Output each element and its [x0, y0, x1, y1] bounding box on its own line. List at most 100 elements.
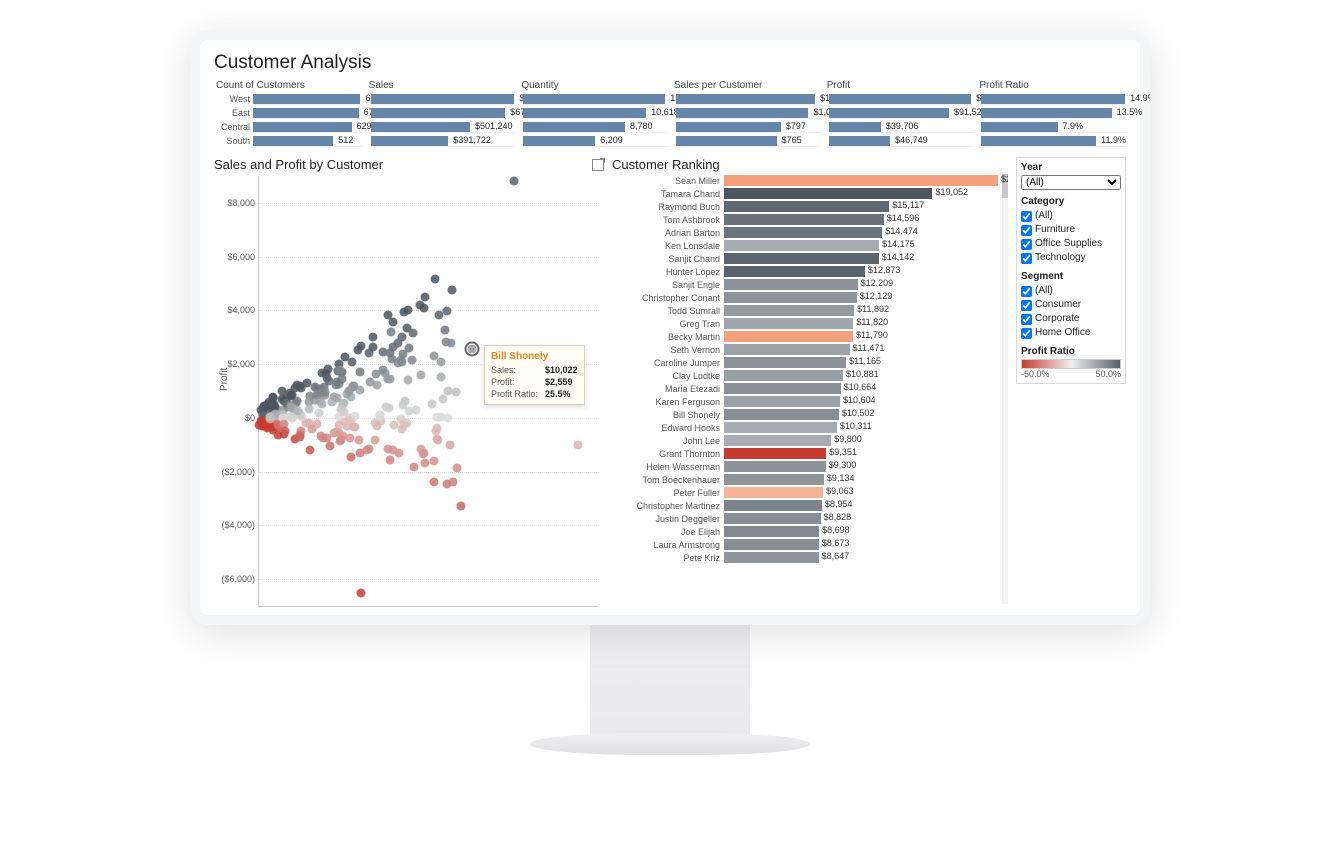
scatter-point[interactable] — [403, 306, 412, 315]
metric-row[interactable]: $501,240 — [367, 121, 516, 133]
metric-row[interactable]: West686 — [214, 93, 363, 105]
scatter-point[interactable] — [287, 412, 296, 421]
metric-row[interactable]: $108,418 — [825, 93, 974, 105]
scatter-point[interactable] — [331, 427, 340, 436]
scatter-point[interactable] — [265, 412, 274, 421]
ranking-row[interactable]: Clay Ludtke$10,881 — [612, 369, 1008, 382]
scatter-point[interactable] — [409, 462, 418, 471]
scatter-point[interactable] — [388, 318, 397, 327]
metric-row[interactable]: Central629 — [214, 121, 363, 133]
checkbox-input[interactable] — [1021, 239, 1032, 250]
checkbox-input[interactable] — [1021, 211, 1032, 222]
scatter-point[interactable] — [386, 327, 395, 336]
scatter-point[interactable] — [345, 433, 354, 442]
scatter-point[interactable] — [398, 333, 407, 342]
checkbox-input[interactable] — [1021, 300, 1032, 311]
scatter-point-highlighted[interactable] — [464, 342, 479, 357]
scatter-point[interactable] — [386, 456, 395, 465]
ranking-row[interactable]: Karen Ferguson$10,604 — [612, 395, 1008, 408]
ranking-row[interactable]: Hunter Lopez$12,873 — [612, 265, 1008, 278]
segment-checkbox[interactable]: (All) — [1021, 284, 1121, 298]
scatter-point[interactable] — [357, 588, 366, 597]
scatter-point[interactable] — [429, 352, 438, 361]
scatter-point[interactable] — [446, 339, 455, 348]
scatter-point[interactable] — [387, 354, 396, 363]
ranking-row[interactable]: Christopher Conant$12,129 — [612, 291, 1008, 304]
category-checkbox[interactable]: Technology — [1021, 251, 1121, 265]
ranking-row[interactable]: Adrian Barton$14,474 — [612, 226, 1008, 239]
category-checkbox[interactable]: Furniture — [1021, 223, 1121, 237]
scatter-point[interactable] — [383, 445, 392, 454]
scatter-point[interactable] — [347, 358, 356, 367]
scatter-point[interactable] — [430, 274, 439, 283]
scatter-point[interactable] — [419, 303, 428, 312]
scatter-point[interactable] — [384, 374, 393, 383]
metric-row[interactable]: 12,266 — [519, 93, 668, 105]
ranking-row[interactable]: Edward Hooks$10,311 — [612, 421, 1008, 434]
scatter-point[interactable] — [269, 401, 278, 410]
scatter-point[interactable] — [345, 386, 354, 395]
metric-row[interactable]: 11.9% — [977, 135, 1126, 147]
ranking-row[interactable]: Christopher Martinez$8,954 — [612, 499, 1008, 512]
scatter-point[interactable] — [385, 404, 394, 413]
metric-row[interactable]: $46,749 — [825, 135, 974, 147]
metric-row[interactable]: $1,007 — [672, 107, 821, 119]
scatter-point[interactable] — [453, 463, 462, 472]
ranking-row[interactable]: Greg Tran$11,820 — [612, 317, 1008, 330]
scatter-point[interactable] — [350, 411, 359, 420]
ranking-row[interactable]: Ken Lonsdale$14,175 — [612, 239, 1008, 252]
scatter-point[interactable] — [440, 326, 449, 335]
scatter-point[interactable] — [277, 387, 286, 396]
checkbox-input[interactable] — [1021, 314, 1032, 325]
metric-row[interactable]: 8,780 — [519, 121, 668, 133]
scatter-point[interactable] — [368, 342, 377, 351]
customer-ranking-chart[interactable]: Sean Miller$25,043Tamara Chand$19,052Ray… — [612, 174, 1008, 604]
checkbox-input[interactable] — [1021, 253, 1032, 264]
ranking-row[interactable]: Justin Deggeller$8,828 — [612, 512, 1008, 525]
scatter-point[interactable] — [446, 440, 455, 449]
ranking-row[interactable]: Caroline Jumper$11,165 — [612, 356, 1008, 369]
scatter-point[interactable] — [452, 388, 461, 397]
scatter-point[interactable] — [347, 453, 356, 462]
scatter-point[interactable] — [317, 400, 326, 409]
ranking-row[interactable]: Raymond Buch$15,117 — [612, 200, 1008, 213]
scatter-point[interactable] — [336, 436, 345, 445]
metric-row[interactable]: $725,458 — [367, 93, 516, 105]
scatter-point[interactable] — [403, 376, 412, 385]
ranking-row[interactable]: Sanjit Chand$14,142 — [612, 252, 1008, 265]
scatter-point[interactable] — [368, 333, 377, 342]
scatter-plot[interactable]: Profit $8,000$6,000$4,000$2,000$0($2,000… — [258, 176, 599, 607]
scrollbar-track[interactable] — [1002, 174, 1008, 604]
scatter-point[interactable] — [281, 426, 290, 435]
metric-row[interactable]: $91,523 — [825, 107, 974, 119]
scatter-point[interactable] — [427, 399, 436, 408]
scatter-point[interactable] — [338, 375, 347, 384]
metric-row[interactable]: 6,209 — [519, 135, 668, 147]
scatter-point[interactable] — [365, 444, 374, 453]
segment-checkbox[interactable]: Home Office — [1021, 326, 1121, 340]
scatter-point[interactable] — [375, 411, 384, 420]
checkbox-input[interactable] — [1021, 328, 1032, 339]
scatter-point[interactable] — [433, 424, 442, 433]
scatter-point[interactable] — [443, 307, 452, 316]
scatter-point[interactable] — [323, 365, 332, 374]
ranking-row[interactable]: Grant Thornton$9,351 — [612, 447, 1008, 460]
scatter-point[interactable] — [293, 381, 302, 390]
metric-row[interactable]: 13.5% — [977, 107, 1126, 119]
metric-row[interactable]: 7.9% — [977, 121, 1126, 133]
scatter-point[interactable] — [325, 442, 334, 451]
scatter-point[interactable] — [314, 409, 323, 418]
scatter-point[interactable] — [370, 436, 379, 445]
scatter-point[interactable] — [354, 435, 363, 444]
category-checkbox[interactable]: Office Supplies — [1021, 237, 1121, 251]
ranking-row[interactable]: John Lee$9,800 — [612, 434, 1008, 447]
scatter-point[interactable] — [340, 407, 349, 416]
scatter-point[interactable] — [350, 422, 359, 431]
scatter-point[interactable] — [438, 395, 447, 404]
scatter-point[interactable] — [304, 405, 313, 414]
ranking-row[interactable]: Laura Armstrong$8,673 — [612, 538, 1008, 551]
scatter-point[interactable] — [437, 372, 446, 381]
scatter-point[interactable] — [442, 479, 451, 488]
scatter-point[interactable] — [437, 412, 446, 421]
scatter-point[interactable] — [306, 446, 315, 455]
